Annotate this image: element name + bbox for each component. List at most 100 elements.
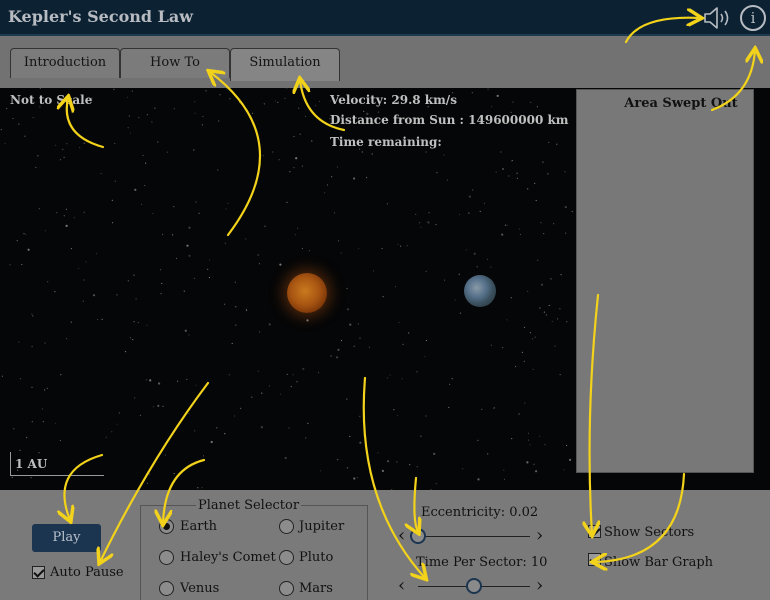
star	[556, 143, 558, 145]
star	[224, 303, 226, 305]
star	[511, 438, 513, 440]
star	[425, 415, 427, 417]
tab-bar: Introduction How To Simulation	[0, 36, 770, 88]
star	[257, 254, 259, 256]
star	[83, 279, 85, 281]
info-icon[interactable]: i	[740, 5, 766, 31]
star	[30, 477, 32, 479]
star	[534, 336, 536, 338]
tab-introduction[interactable]: Introduction	[10, 48, 120, 78]
radio-jupiter[interactable]	[279, 519, 294, 534]
auto-pause-checkbox[interactable]	[32, 566, 45, 579]
star	[38, 208, 40, 210]
star	[188, 254, 191, 257]
star	[315, 105, 317, 107]
star	[175, 257, 178, 259]
star	[208, 276, 210, 279]
star	[346, 287, 348, 290]
star	[124, 351, 127, 353]
radio-pluto[interactable]	[279, 550, 294, 565]
star	[458, 213, 461, 216]
star	[274, 100, 276, 102]
star	[96, 253, 98, 255]
tab-how-to[interactable]: How To	[120, 48, 230, 78]
star	[277, 101, 279, 103]
play-button[interactable]: Play	[32, 524, 101, 552]
star	[78, 267, 80, 269]
star	[26, 436, 28, 439]
star	[435, 223, 437, 226]
star	[451, 378, 453, 380]
star	[307, 422, 309, 424]
star	[490, 344, 492, 346]
star	[560, 274, 562, 276]
star	[340, 252, 342, 254]
star	[462, 468, 464, 470]
planet-selector-title: Planet Selector	[196, 498, 302, 513]
star	[547, 173, 549, 175]
star	[523, 326, 526, 329]
eccentricity-increase-button[interactable]: ›	[536, 527, 543, 545]
tab-simulation[interactable]: Simulation	[230, 48, 340, 81]
star	[146, 324, 148, 326]
star	[183, 290, 185, 292]
star	[79, 147, 81, 149]
star	[148, 473, 150, 475]
time-per-sector-increase-button[interactable]: ›	[536, 577, 543, 595]
star	[298, 107, 300, 109]
star	[194, 101, 196, 103]
star	[44, 389, 46, 391]
eccentricity-track[interactable]	[418, 536, 530, 537]
star	[240, 407, 242, 409]
time-per-sector-label: Time Per Sector: 10	[416, 555, 548, 570]
star	[524, 402, 526, 404]
star	[331, 176, 333, 178]
simulation-canvas[interactable]: Not to Scale Velocity: 29.8 km/s Distanc…	[0, 88, 574, 490]
radio-jupiter-label: Jupiter	[299, 519, 345, 534]
speaker-icon[interactable]	[702, 6, 732, 30]
eccentricity-slider-thumb[interactable]	[410, 528, 426, 544]
star	[11, 476, 13, 478]
star	[504, 224, 507, 226]
radio-earth[interactable]	[159, 519, 174, 534]
star	[465, 249, 467, 251]
time-per-sector-decrease-button[interactable]: ‹	[398, 577, 405, 595]
star	[444, 279, 446, 281]
star	[527, 188, 529, 190]
star	[66, 143, 68, 145]
star	[166, 151, 168, 153]
star	[353, 345, 355, 347]
radio-mars[interactable]	[279, 581, 294, 596]
show-sectors-checkbox[interactable]	[588, 525, 601, 538]
star	[359, 441, 362, 444]
star	[65, 224, 68, 227]
star	[294, 234, 296, 236]
radio-mars-label: Mars	[299, 581, 333, 596]
star	[195, 201, 197, 203]
star	[386, 377, 388, 379]
star	[448, 406, 450, 409]
star	[63, 156, 65, 158]
star	[105, 436, 107, 438]
time-remaining-readout: Time remaining:	[330, 135, 442, 149]
star	[188, 334, 190, 336]
star	[210, 440, 213, 444]
star	[495, 171, 497, 173]
star	[293, 135, 295, 138]
star	[154, 107, 156, 109]
star	[401, 378, 403, 380]
star	[523, 360, 525, 362]
planet-earth[interactable]	[464, 275, 496, 307]
eccentricity-decrease-button[interactable]: ‹	[398, 527, 405, 545]
star	[521, 351, 524, 353]
star	[518, 413, 520, 415]
star	[152, 212, 154, 215]
show-bar-graph-checkbox[interactable]	[588, 553, 601, 566]
radio-haleys-comet[interactable]	[159, 550, 174, 565]
time-per-sector-slider-thumb[interactable]	[466, 578, 482, 594]
star	[134, 397, 136, 399]
star	[503, 469, 505, 471]
radio-venus[interactable]	[159, 581, 174, 596]
star	[132, 339, 134, 341]
star	[532, 368, 534, 371]
